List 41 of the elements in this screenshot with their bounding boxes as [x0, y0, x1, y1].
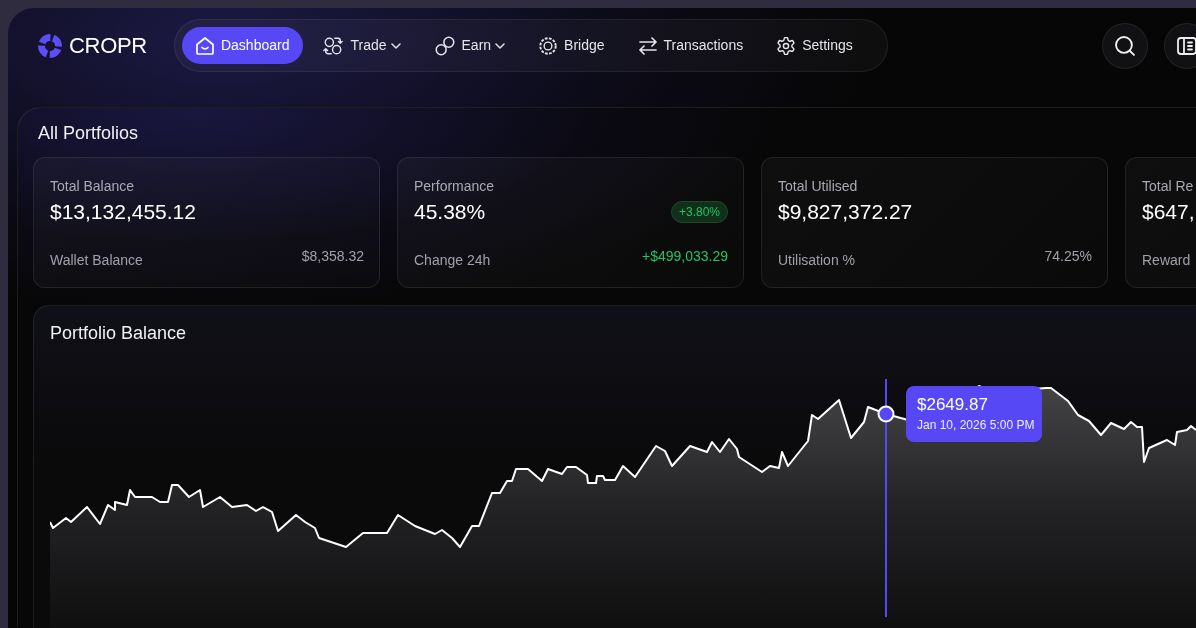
footer-label: Wallet Balance	[50, 251, 143, 270]
footer-label: Change 24h	[414, 251, 491, 270]
chevron-down-icon	[495, 42, 506, 49]
section-title: All Portfolios	[37, 122, 140, 145]
card-value: $9,827,372.27	[778, 199, 913, 225]
sidebar-button[interactable]	[1164, 22, 1196, 69]
circles-arrows-icon	[323, 35, 344, 56]
footer-value: $8,358.32	[301, 247, 364, 266]
marker-icon	[877, 405, 895, 423]
card-value: 45.38%	[414, 199, 486, 225]
card-label: Total Re	[1142, 177, 1195, 196]
nav-tab[interactable]: Transactions	[624, 27, 758, 64]
card-value: $647,	[1142, 199, 1195, 225]
settings-icon	[777, 36, 796, 55]
linked-circles-icon	[434, 35, 455, 56]
footer-label: Utilisation %	[778, 251, 856, 270]
nav-tab[interactable]: Settings	[763, 27, 867, 64]
sidebar-icon	[1177, 35, 1196, 56]
search-icon	[1115, 35, 1135, 56]
swap-arrows-icon	[638, 36, 657, 55]
card-label: Performance	[414, 177, 496, 196]
nav-tab[interactable]: Earn	[420, 27, 520, 64]
card-label: Total Balance	[50, 177, 136, 196]
tooltip-value: $2649.87	[917, 394, 989, 416]
dashed-ring-icon	[539, 36, 558, 55]
tooltip-time: Jan 10, 2026 5:00 PM	[917, 417, 1036, 433]
home-icon	[195, 36, 214, 55]
chevron-down-icon	[390, 42, 401, 49]
nav-tab[interactable]: Bridge	[525, 27, 619, 64]
change-badge: +3.80%	[670, 201, 728, 223]
chart-title: Portfolio Balance	[50, 322, 188, 345]
brand-name: CROPR	[69, 31, 147, 60]
card-value: $13,132,455.12	[50, 199, 196, 225]
search-button[interactable]	[1102, 22, 1148, 69]
nav-tab[interactable]: Dashboard	[181, 27, 304, 64]
logo-icon	[38, 33, 62, 58]
footer-value: +$499,033.29	[641, 247, 728, 266]
nav-tab[interactable]: Trade	[309, 27, 415, 64]
footer-label: Reward	[1142, 251, 1191, 270]
footer-value: 74.25%	[1044, 247, 1092, 266]
card-label: Total Utilised	[778, 177, 859, 196]
